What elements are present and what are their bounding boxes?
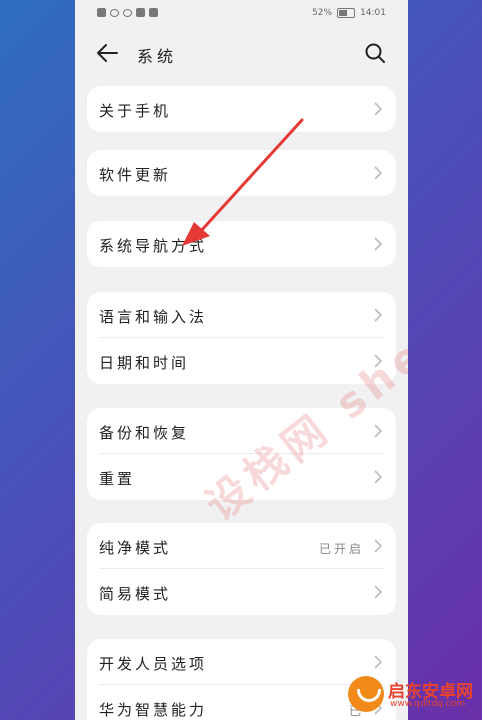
chevron-right-icon <box>374 539 382 553</box>
chevron-right-icon <box>374 166 382 180</box>
setting-label: 重置 <box>99 470 136 488</box>
chevron-right-icon <box>374 470 382 484</box>
status-icons-right: 52% 14:01 <box>312 8 386 18</box>
wifi-icon <box>110 8 119 17</box>
setting-simple-mode[interactable]: 简易模式 <box>87 569 396 615</box>
setting-label: 日期和时间 <box>99 354 190 372</box>
setting-label: 开发人员选项 <box>99 655 208 673</box>
setting-value: 已开启 <box>318 542 364 556</box>
setting-label: 备份和恢复 <box>99 424 190 442</box>
card-navigation: 系统导航方式 <box>87 221 396 267</box>
chevron-right-icon <box>374 655 382 669</box>
setting-language-input[interactable]: 语言和输入法 <box>87 292 396 338</box>
battery-icon <box>337 8 356 18</box>
setting-system-navigation[interactable]: 系统导航方式 <box>87 221 396 267</box>
card-about: 关于手机 <box>87 86 396 132</box>
clock: 14:01 <box>360 8 386 18</box>
page-title: 系统 <box>137 47 178 66</box>
chevron-right-icon <box>374 237 382 251</box>
lock-icon <box>136 8 145 17</box>
setting-label: 软件更新 <box>99 166 172 184</box>
setting-label: 华为智慧能力 <box>99 701 208 719</box>
setting-label: 系统导航方式 <box>99 237 208 255</box>
eye-icon <box>123 8 132 17</box>
setting-label: 语言和输入法 <box>99 308 208 326</box>
back-arrow-icon[interactable] <box>95 42 119 64</box>
battery-percent: 52% <box>312 8 333 18</box>
setting-pure-mode[interactable]: 纯净模式 已开启 <box>87 523 396 569</box>
setting-label: 简易模式 <box>99 585 172 603</box>
header: 系统 <box>75 30 408 76</box>
card-modes: 纯净模式 已开启 简易模式 <box>87 523 396 615</box>
chevron-right-icon <box>374 424 382 438</box>
logo-icon <box>348 676 384 712</box>
site-logo: 启东安卓网 www.qdltdq.com <box>344 672 478 716</box>
card-update: 软件更新 <box>87 150 396 196</box>
setting-software-update[interactable]: 软件更新 <box>87 150 396 196</box>
status-bar: 52% 14:01 <box>75 0 408 28</box>
status-icons-left <box>97 8 158 17</box>
search-icon[interactable] <box>364 42 386 64</box>
settings-screen: 52% 14:01 系统 关于手机 软件更新 系统导航方式 语言和输入法 日期和… <box>75 0 408 720</box>
sim-icon <box>97 8 106 17</box>
chevron-right-icon <box>374 585 382 599</box>
chevron-right-icon <box>374 308 382 322</box>
logo-url: www.qdltdq.com <box>390 699 466 709</box>
chevron-right-icon <box>374 102 382 116</box>
setting-label: 纯净模式 <box>99 539 172 557</box>
setting-about-phone[interactable]: 关于手机 <box>87 86 396 132</box>
setting-label: 关于手机 <box>99 102 172 120</box>
notification-icon <box>149 8 158 17</box>
